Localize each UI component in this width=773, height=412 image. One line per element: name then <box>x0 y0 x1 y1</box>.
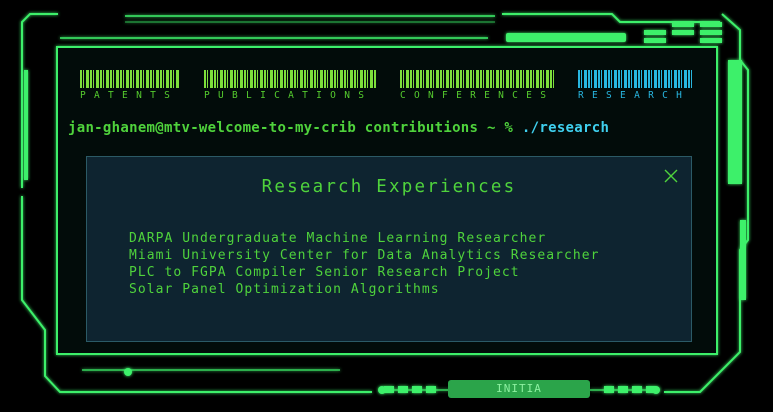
tab-patents[interactable]: PATENTS <box>80 70 180 101</box>
terminal-prompt: jan-ghanem@mtv-welcome-to-my-crib contri… <box>68 120 609 136</box>
barcode-icon <box>578 70 692 88</box>
research-modal: Research Experiences DARPA Undergraduate… <box>86 156 692 342</box>
research-list: DARPA Undergraduate Machine Learning Res… <box>129 230 599 298</box>
tab-label: PATENTS <box>80 90 179 101</box>
list-item[interactable]: Miami University Center for Data Analyti… <box>129 247 599 264</box>
close-icon[interactable] <box>663 168 679 184</box>
barcode-icon <box>80 70 180 88</box>
modal-title: Research Experiences <box>261 177 517 197</box>
barcode-icon <box>204 70 376 88</box>
list-item[interactable]: DARPA Undergraduate Machine Learning Res… <box>129 230 599 247</box>
list-item[interactable]: Solar Panel Optimization Algorithms <box>129 281 599 298</box>
barcode-icon <box>400 70 556 88</box>
initialize-button[interactable]: INITIA <box>448 380 590 398</box>
prompt-command: ./research <box>521 120 610 136</box>
tab-conferences[interactable]: CONFERENCES <box>400 70 556 101</box>
list-item[interactable]: PLC to FGPA Compiler Senior Research Pro… <box>129 264 599 281</box>
tab-label: CONFERENCES <box>400 90 555 101</box>
prompt-text: jan-ghanem@mtv-welcome-to-my-crib contri… <box>68 120 514 136</box>
tab-label: PUBLICATIONS <box>204 90 373 101</box>
nav-tabs: PATENTS PUBLICATIONS CONFERENCES RESEARC… <box>78 70 698 102</box>
tab-research[interactable]: RESEARCH <box>578 70 692 101</box>
tab-label: RESEARCH <box>578 90 691 101</box>
tab-publications[interactable]: PUBLICATIONS <box>204 70 376 101</box>
